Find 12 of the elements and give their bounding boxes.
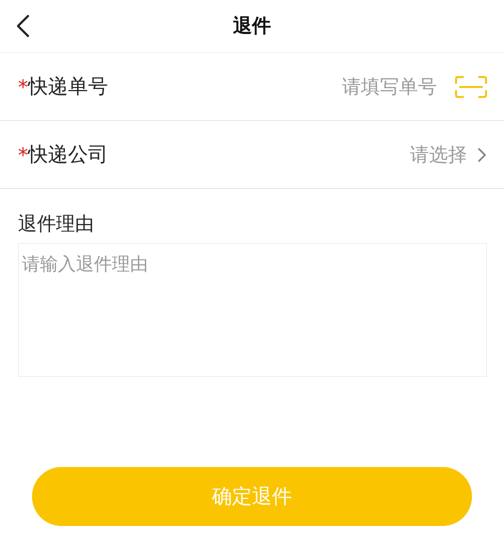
required-mark: * — [18, 142, 28, 166]
back-icon — [16, 14, 30, 38]
field-label: 快递单号 — [28, 73, 108, 100]
company-select[interactable]: 请选择 — [410, 142, 467, 168]
required-mark: * — [18, 74, 28, 98]
page-title: 退件 — [233, 14, 271, 39]
confirm-button[interactable]: 确定退件 — [32, 467, 472, 526]
tracking-number-field[interactable]: 请填写单号 — [287, 76, 437, 98]
chevron-right-icon — [477, 146, 487, 162]
reason-label: 退件理由 — [18, 212, 95, 237]
field-label: 快递公司 — [28, 141, 108, 168]
reason-field[interactable]: 请输入退件理由 — [18, 243, 487, 377]
